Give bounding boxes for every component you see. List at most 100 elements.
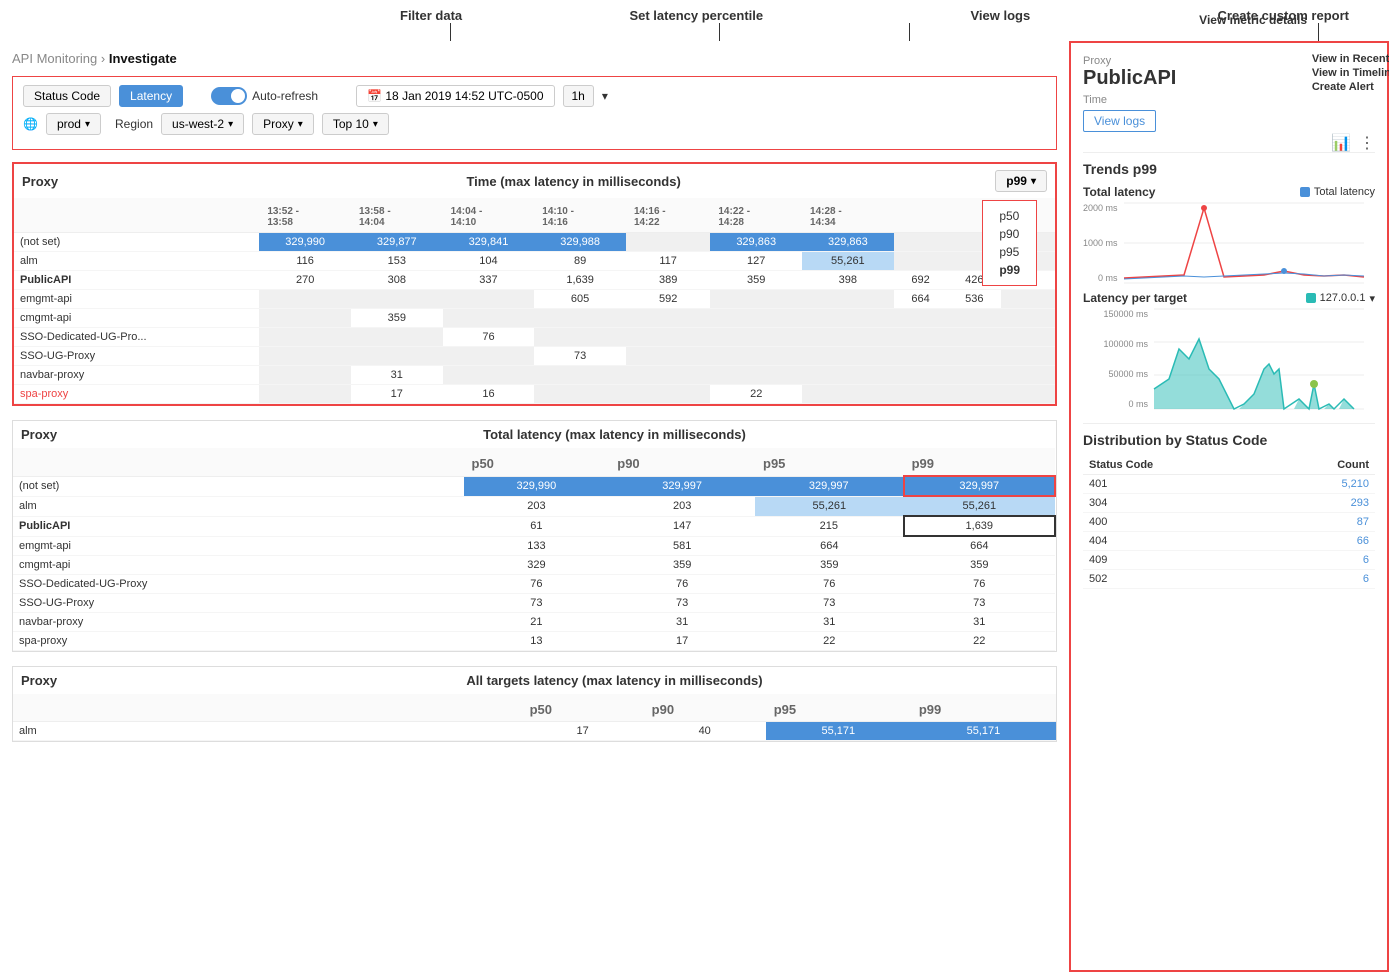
data-cell: 22: [710, 385, 802, 404]
data-cell: 329,997: [609, 476, 755, 496]
data-cell: 31: [351, 366, 443, 385]
data-cell: 40: [644, 722, 766, 741]
time-btn[interactable]: 1h: [563, 85, 594, 107]
latency-btn[interactable]: Latency: [119, 85, 183, 107]
data-cell: 592: [626, 290, 710, 309]
table-row: navbar-proxy 31: [14, 366, 1055, 385]
more-options-icon[interactable]: ⋮: [1359, 133, 1375, 153]
status-code: 401: [1083, 475, 1268, 494]
region-dropdown[interactable]: us-west-2: [161, 113, 244, 135]
table-row: alm 203 203 55,261 55,261: [13, 496, 1055, 516]
total-latency-legend-dot: [1300, 187, 1310, 197]
p90-option[interactable]: p90: [999, 225, 1020, 243]
data-cell: 337: [443, 271, 535, 290]
status-count: 6: [1268, 551, 1375, 570]
rp-time-label: Time: [1083, 94, 1375, 106]
data-cell: 16: [443, 385, 535, 404]
data-cell: [626, 309, 710, 328]
data-cell: [259, 290, 351, 309]
proxy-cell: cmgmt-api: [13, 556, 464, 575]
data-cell: 73: [464, 594, 610, 613]
data-cell: 215: [755, 516, 904, 536]
data-cell: [894, 385, 948, 404]
data-cell: 581: [609, 536, 755, 556]
data-cell: [947, 385, 1001, 404]
p50-option[interactable]: p50: [999, 207, 1020, 225]
auto-refresh-toggle[interactable]: [211, 87, 247, 105]
data-cell: [626, 233, 710, 252]
p99-option[interactable]: p99: [999, 261, 1020, 279]
y-0: 0 ms: [1083, 399, 1148, 409]
data-cell: [351, 347, 443, 366]
filter-row-1: Status Code Latency Auto-refresh 📅 18 Ja…: [23, 85, 1046, 107]
status-count: 66: [1268, 532, 1375, 551]
data-cell: 329,990: [464, 476, 610, 496]
data-cell: 104: [443, 252, 535, 271]
breadcrumb-parent: API Monitoring: [12, 51, 97, 66]
table-row: spa-proxy 13 17 22 22: [13, 632, 1055, 651]
status-code: 404: [1083, 532, 1268, 551]
list-item: 404 66: [1083, 532, 1375, 551]
p99-btn[interactable]: p99: [995, 170, 1047, 192]
latency-target-row: Latency per target 127.0.0.1 ▾: [1083, 291, 1375, 305]
data-cell: [443, 347, 535, 366]
col-p50: p50: [522, 694, 644, 722]
region-label: Region: [115, 117, 153, 131]
status-count: 6: [1268, 570, 1375, 589]
data-cell: [259, 366, 351, 385]
data-cell: 76: [904, 575, 1055, 594]
total-latency-title: Total latency (max latency in millisecon…: [181, 427, 1048, 442]
data-cell: [802, 366, 894, 385]
data-cell: 329,841: [443, 233, 535, 252]
proxy-cell: cmgmt-api: [14, 309, 259, 328]
data-cell: 329,877: [351, 233, 443, 252]
top10-dropdown[interactable]: Top 10: [322, 113, 389, 135]
data-cell: [894, 309, 948, 328]
latency-legend-dropdown[interactable]: ▾: [1369, 292, 1375, 305]
total-proxy-col: Proxy: [21, 427, 181, 442]
data-cell: 664: [894, 290, 948, 309]
view-logs-btn[interactable]: View logs: [1083, 110, 1156, 132]
data-cell: 61: [464, 516, 610, 536]
data-cell: 55,261: [755, 496, 904, 516]
data-cell: 117: [626, 252, 710, 271]
p95-option[interactable]: p95: [999, 243, 1020, 261]
proxy-cell: (not set): [13, 476, 464, 496]
data-cell: 73: [904, 594, 1055, 613]
data-cell: [894, 252, 948, 271]
data-cell: [1001, 347, 1055, 366]
data-cell: [534, 385, 626, 404]
table-row: PublicAPI 270 308 337 1,639 389 359 398 …: [14, 271, 1055, 290]
latency-legend-dot: [1306, 293, 1316, 303]
p99-dropdown: p50 p90 p95 p99: [982, 200, 1037, 286]
time-dropdown-arrow[interactable]: ▾: [602, 89, 608, 103]
time-col-8: [894, 198, 948, 233]
data-cell: [626, 385, 710, 404]
proxy-cell: navbar-proxy: [14, 366, 259, 385]
date-btn[interactable]: 📅 18 Jan 2019 14:52 UTC-0500: [356, 85, 554, 107]
data-cell: [894, 366, 948, 385]
all-proxy-col: Proxy: [21, 673, 181, 688]
col-p95: p95: [755, 448, 904, 476]
data-cell: [802, 347, 894, 366]
chart-icon[interactable]: 📊: [1331, 133, 1351, 153]
annotation-filter-data: Filter data: [400, 8, 462, 23]
data-cell: 359: [351, 309, 443, 328]
col-p90: p90: [644, 694, 766, 722]
proxy-dropdown[interactable]: Proxy: [252, 113, 314, 135]
latency-target-svg: [1154, 309, 1364, 409]
prod-dropdown[interactable]: prod: [46, 113, 101, 135]
proxy-cell: SSO-Dedicated-UG-Proxy: [13, 575, 464, 594]
status-code: 409: [1083, 551, 1268, 570]
data-cell: [947, 366, 1001, 385]
table-row: spa-proxy 17 16 22: [14, 385, 1055, 404]
total-latency-legend-label: Total latency: [1314, 186, 1375, 198]
status-code-btn[interactable]: Status Code: [23, 85, 111, 107]
proxy-cell: SSO-UG-Proxy: [14, 347, 259, 366]
data-cell: [443, 366, 535, 385]
table-row: alm 17 40 55,171 55,171: [13, 722, 1056, 741]
target-y-labels: 150000 ms 100000 ms 50000 ms 0 ms: [1083, 309, 1148, 409]
data-cell: 17: [351, 385, 443, 404]
data-cell: 359: [710, 271, 802, 290]
data-cell: 76: [609, 575, 755, 594]
